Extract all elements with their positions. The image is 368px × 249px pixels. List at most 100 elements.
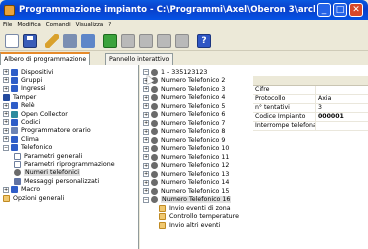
tab-pannello[interactable]: Pannello interattivo <box>105 53 174 65</box>
menu-help[interactable]: ? <box>108 22 111 28</box>
expand-icon[interactable]: + <box>143 120 149 126</box>
phone-number-item[interactable]: + Numero Telefonico 14 <box>143 179 229 187</box>
minimize-button[interactable]: _ <box>317 3 331 17</box>
tree-node-label: Numero Telefonico 4 <box>161 94 226 101</box>
phone-number-item[interactable]: − Numero Telefonico 16 <box>143 196 232 204</box>
phone-number-item[interactable]: + Numero Telefonico 4 <box>143 94 225 102</box>
tree-item[interactable]: + Programmatore orario <box>3 127 91 135</box>
phone-number-item[interactable]: + Numero Telefonico 3 <box>143 85 225 93</box>
menu-modifica[interactable]: Modifica <box>17 22 40 28</box>
phone-subitem[interactable]: Invio eventi di zona <box>159 204 231 212</box>
tree-item[interactable]: Messaggi personalizzati <box>14 177 99 185</box>
phone-subitem[interactable]: Invio altri eventi <box>159 221 220 229</box>
property-grid[interactable]: Cifre Protocollo Axia n° tentativi 3 Codice I… <box>253 76 368 131</box>
expand-icon[interactable]: + <box>143 128 149 135</box>
phone-number-item[interactable]: + Numero Telefonico 13 <box>143 170 229 178</box>
save-icon[interactable] <box>23 33 37 48</box>
phone-number-item[interactable]: + Numero Telefonico 12 <box>143 162 229 170</box>
tree-item[interactable]: Opzioni generali <box>3 194 64 202</box>
property-value[interactable]: 000001 <box>315 113 368 121</box>
tree-item[interactable]: + Codici <box>3 118 40 126</box>
property-row[interactable]: Cifre <box>253 86 368 95</box>
expand-icon[interactable]: + <box>3 102 9 109</box>
expand-icon[interactable]: + <box>143 154 149 160</box>
tree-item[interactable]: − Telefonico <box>3 144 52 152</box>
property-value[interactable] <box>315 86 368 94</box>
property-row[interactable]: Interrompe telefonate <box>253 122 368 131</box>
phone-number-item[interactable]: + Numero Telefonico 15 <box>143 187 229 195</box>
expand-icon[interactable]: + <box>3 69 9 75</box>
property-row[interactable]: n° tentativi 3 <box>253 104 368 113</box>
expand-icon[interactable]: + <box>3 127 9 134</box>
phone-number-item[interactable]: + Numero Telefonico 9 <box>143 136 225 144</box>
property-row[interactable]: Protocollo Axia <box>253 95 368 104</box>
right-panel: −1 - 335123123 + Numero Telefonico 2 + Numer… <box>140 65 368 249</box>
tree-item[interactable]: Parametri riprogrammazione <box>14 160 115 168</box>
expand-icon[interactable]: + <box>143 111 149 118</box>
expand-icon[interactable]: + <box>143 188 149 194</box>
menu-comandi[interactable]: Comandi <box>46 22 71 28</box>
expand-icon[interactable]: + <box>3 119 9 126</box>
phone-subitem[interactable]: Controllo temperature <box>159 213 239 221</box>
expand-icon[interactable]: + <box>3 136 9 143</box>
tree-item[interactable]: + Dispositivi <box>3 68 53 76</box>
tree-node-label: Clima <box>21 135 39 143</box>
property-value[interactable] <box>315 122 368 130</box>
expand-icon[interactable]: + <box>3 186 9 193</box>
expand-icon[interactable]: + <box>3 77 9 84</box>
expand-icon[interactable]: + <box>143 137 149 143</box>
phone-node-icon <box>151 102 158 110</box>
property-value[interactable]: Axia <box>315 95 368 103</box>
help-icon[interactable]: ? <box>197 33 211 48</box>
phone-number-item[interactable]: + Numero Telefonico 8 <box>143 128 225 136</box>
property-row[interactable]: Codice Impianto 000001 <box>253 113 368 122</box>
phone-number-item[interactable]: + Numero Telefonico 5 <box>143 102 225 110</box>
phone-node-icon <box>151 94 158 101</box>
connect-icon[interactable] <box>103 33 117 48</box>
page-node-icon <box>14 152 21 160</box>
edit-icon[interactable] <box>45 33 59 48</box>
tree-item[interactable]: + Gruppi <box>3 76 42 84</box>
phone-number-item[interactable]: + Numero Telefonico 10 <box>143 145 229 153</box>
phone-node-icon <box>151 196 158 203</box>
expand-icon[interactable]: + <box>3 85 9 92</box>
tree-item[interactable]: + Open Collector <box>3 110 68 118</box>
tree-item[interactable]: Numeri telefonici <box>14 169 81 177</box>
expand-icon[interactable]: + <box>143 171 149 177</box>
phone-number-item[interactable]: + Numero Telefonico 7 <box>143 119 225 127</box>
collapse-icon[interactable]: − <box>3 144 9 151</box>
tree-node-label: 1 - 335123123 <box>161 68 208 76</box>
tree-item[interactable]: + Macro <box>3 186 40 194</box>
tab-albero[interactable]: Albero di programmazione <box>0 52 91 65</box>
phone-number-item[interactable]: + Numero Telefonico 6 <box>143 111 225 119</box>
menu-file[interactable]: File <box>3 22 12 28</box>
expand-icon[interactable]: + <box>3 111 9 117</box>
collapse-icon[interactable]: − <box>143 196 149 203</box>
new-icon[interactable] <box>5 33 19 48</box>
tree-node-label: Numeri telefonici <box>24 169 81 177</box>
expand-icon[interactable]: + <box>143 94 149 101</box>
expand-icon[interactable]: + <box>143 162 149 169</box>
tree-item[interactable]: + Clima <box>3 135 39 143</box>
phone-number-item[interactable]: −1 - 335123123 <box>143 68 207 76</box>
programming-tree[interactable]: + Dispositivi + Gruppi + Ingressi Tamper + Relè +… <box>0 65 139 249</box>
menu-visualizza[interactable]: Visualizza <box>76 22 104 28</box>
copy-icon[interactable] <box>63 33 77 48</box>
phone-number-item[interactable]: + Numero Telefonico 11 <box>143 153 229 161</box>
tree-item[interactable]: Tamper <box>3 93 36 101</box>
tree-item[interactable]: Parametri generali <box>14 152 82 160</box>
paste-icon[interactable] <box>81 33 95 48</box>
phone-node-icon <box>151 111 158 118</box>
expand-icon[interactable]: + <box>143 103 149 109</box>
property-value[interactable]: 3 <box>315 104 368 112</box>
tree-node-label: Numero Telefonico 6 <box>161 111 226 118</box>
expand-icon[interactable]: + <box>143 179 149 186</box>
tree-item[interactable]: + Ingressi <box>3 85 45 93</box>
expand-icon[interactable]: + <box>143 86 149 92</box>
phone-number-item[interactable]: + Numero Telefonico 2 <box>143 77 225 85</box>
maximize-button[interactable]: □ <box>333 3 347 17</box>
tree-node-label: Numero Telefonico 9 <box>161 136 226 144</box>
tree-item[interactable]: + Relè <box>3 102 35 110</box>
close-button[interactable]: ✕ <box>349 3 363 17</box>
expand-icon[interactable]: + <box>143 145 149 152</box>
